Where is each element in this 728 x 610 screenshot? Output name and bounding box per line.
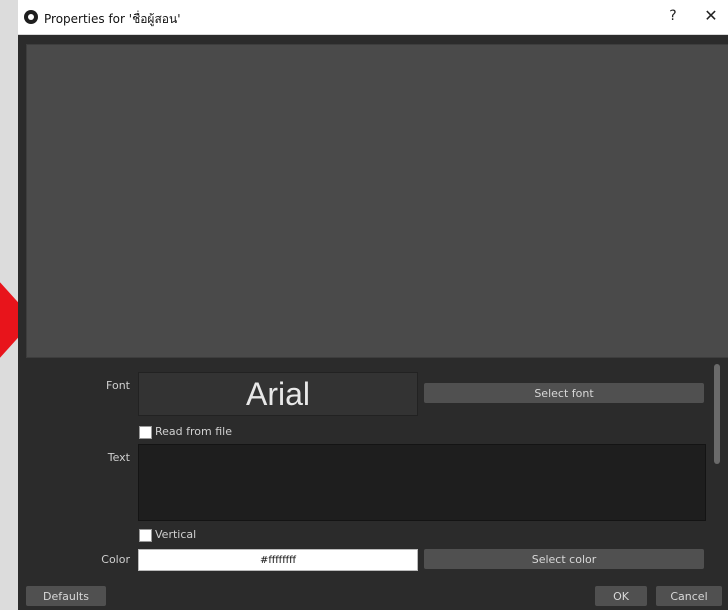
- read-from-file-checkbox[interactable]: [139, 426, 152, 439]
- title-bar[interactable]: Properties for 'ชื่อผู้สอน' ? ✕: [18, 0, 728, 35]
- select-color-button[interactable]: Select color: [424, 549, 704, 569]
- font-preview: Arial: [138, 372, 418, 416]
- dialog-footer: Defaults OK Cancel: [18, 578, 728, 610]
- ok-button[interactable]: OK: [595, 586, 647, 606]
- vertical-label: Vertical: [155, 528, 197, 541]
- color-label: Color: [101, 553, 130, 566]
- font-label: Font: [106, 379, 130, 392]
- window-title: Properties for 'ชื่อผู้สอน': [44, 12, 181, 26]
- scrollbar-thumb[interactable]: [714, 364, 720, 464]
- read-from-file-label: Read from file: [155, 425, 232, 438]
- source-preview: [26, 44, 728, 358]
- obs-app-icon: [24, 10, 38, 24]
- select-font-button[interactable]: Select font: [424, 383, 704, 403]
- cancel-button[interactable]: Cancel: [656, 586, 722, 606]
- text-label: Text: [107, 451, 130, 464]
- properties-dialog: Properties for 'ชื่อผู้สอน' ? ✕ Font Ari…: [18, 0, 728, 610]
- color-value-field[interactable]: #ffffffff: [138, 549, 418, 571]
- defaults-button[interactable]: Defaults: [26, 586, 106, 606]
- vertical-checkbox[interactable]: [139, 529, 152, 542]
- text-input[interactable]: [138, 444, 706, 521]
- help-button[interactable]: ?: [666, 8, 680, 24]
- close-icon[interactable]: ✕: [703, 6, 719, 25]
